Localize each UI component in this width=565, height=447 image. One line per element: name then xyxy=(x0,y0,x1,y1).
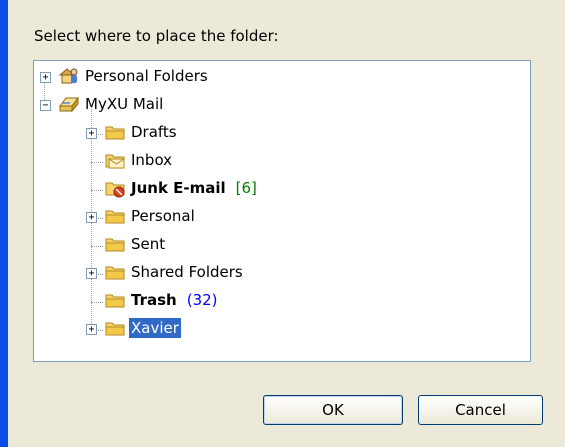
tree-item-junk-email[interactable]: Junk E-mail [6] xyxy=(104,177,257,199)
folder-icon xyxy=(104,122,126,142)
tree-item-personal[interactable]: Personal xyxy=(104,205,197,227)
inbox-icon xyxy=(104,150,126,170)
expand-button[interactable]: + xyxy=(86,324,97,335)
expand-button[interactable]: + xyxy=(86,268,97,279)
ok-button[interactable]: OK xyxy=(263,395,403,425)
tree-item-personal-folders[interactable]: Personal Folders xyxy=(58,65,210,87)
tree-item-trash[interactable]: Trash (32) xyxy=(104,289,218,311)
mailbox-icon xyxy=(58,94,80,114)
tree-item-label: Personal Folders xyxy=(85,67,208,85)
tree-item-label: Shared Folders xyxy=(131,263,243,281)
tree-item-shared-folders[interactable]: Shared Folders xyxy=(104,261,245,283)
folder-icon xyxy=(104,262,126,282)
personal-folders-icon xyxy=(58,66,80,86)
folder-icon xyxy=(104,290,126,310)
expand-button[interactable]: + xyxy=(40,72,51,83)
folder-icon xyxy=(104,234,126,254)
tree-item-label: Trash xyxy=(131,291,177,309)
folder-tree[interactable]: + Personal Folders − MyXU Mail + Drafts … xyxy=(33,60,531,362)
tree-item-drafts[interactable]: Drafts xyxy=(104,121,179,143)
folder-icon xyxy=(104,206,126,226)
folder-icon xyxy=(104,318,126,338)
tree-item-inbox[interactable]: Inbox xyxy=(104,149,174,171)
dialog-prompt: Select where to place the folder: xyxy=(34,27,279,45)
tree-item-sent[interactable]: Sent xyxy=(104,233,167,255)
tree-item-myxu-mail[interactable]: MyXU Mail xyxy=(58,93,165,115)
junk-folder-icon xyxy=(104,178,126,198)
expand-button[interactable]: + xyxy=(86,212,97,223)
tree-item-xavier[interactable]: Xavier xyxy=(104,317,181,339)
cancel-button[interactable]: Cancel xyxy=(418,395,543,425)
tree-item-label: Sent xyxy=(131,235,166,253)
tree-item-label: Personal xyxy=(131,207,195,225)
tree-item-label: Xavier xyxy=(129,318,181,338)
unread-count-badge: [6] xyxy=(235,179,257,197)
tree-item-label: Drafts xyxy=(131,123,177,141)
tree-item-label: MyXU Mail xyxy=(85,95,164,113)
expand-button[interactable]: + xyxy=(86,128,97,139)
tree-item-label: Inbox xyxy=(131,151,173,169)
window-border xyxy=(0,0,8,447)
unread-count-badge: (32) xyxy=(186,291,218,309)
tree-item-label: Junk E-mail xyxy=(131,179,226,197)
collapse-button[interactable]: − xyxy=(40,100,51,111)
